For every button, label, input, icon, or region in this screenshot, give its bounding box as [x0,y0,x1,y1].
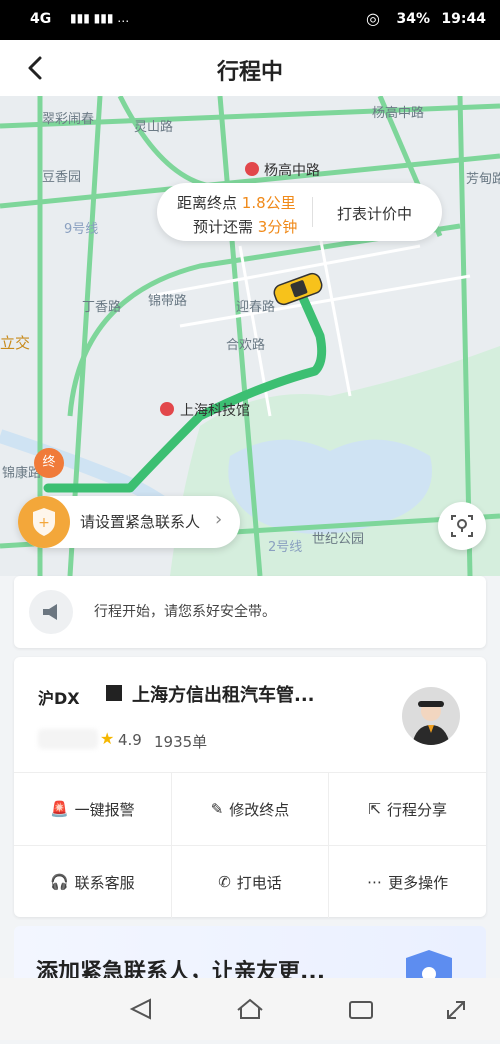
promo-banner[interactable]: 添加紧急联系人，让亲友更... [14,926,486,986]
driver-rating: 4.9 [118,731,142,749]
recents-nav-icon [349,1001,373,1019]
locate-icon [451,515,473,537]
locate-button[interactable] [438,502,486,550]
chevron-right-icon: › [215,509,223,530]
star-icon: ★ [100,729,115,748]
eta-text: 预计还需 3分钟 [193,218,298,236]
share-trip-button[interactable]: ⇱ 行程分享 [329,773,486,845]
map-label: 灵山路 [134,120,174,135]
distance-text: 距离终点 1.8公里 [177,194,296,212]
customer-service-button[interactable]: 🎧 联系客服 [14,846,172,918]
notice-text: 行程开始，请您系好安全带。 [94,604,276,620]
map-label: 迎春路 [236,300,276,315]
map-label: 杨高中路 [372,106,425,121]
action-row-2: 🎧 联系客服 ✆ 打电话 ⋯ 更多操作 [14,845,486,918]
signal-icon: ▮▮▮ ▮▮▮ … [70,11,130,25]
destination-marker[interactable]: 终 [34,448,64,478]
map-label: 合欢路 [226,338,266,353]
plate-number: 沪DX [38,689,80,708]
redacted-plate [106,685,122,701]
phone-icon: ✆ [218,873,231,891]
emergency-contact-label: 请设置紧急联系人 [80,513,201,531]
trip-info-bubble: 距离终点 1.8公里 预计还需 3分钟 打表计价中 [157,183,442,241]
driver-orders: 1935单 [154,733,208,751]
metro-station-label: 杨高中路 [264,163,320,179]
eta-value: 3分钟 [257,218,298,236]
svg-text:+: + [38,515,50,531]
more-actions-button[interactable]: ⋯ 更多操作 [329,846,486,918]
map-label: 翠彩闹春 [42,112,95,127]
share-icon: ⇱ [368,800,381,818]
map-label: 立交 [0,334,31,352]
meter-status: 打表计价中 [337,205,413,223]
battery-level: 34% [396,11,430,27]
metro-station-label: 上海科技馆 [180,403,250,419]
alarm-icon: 🚨 [49,800,69,818]
map-label: 豆香园 [42,170,82,185]
clock: 19:44 [441,11,486,27]
map-label: 世纪公园 [312,532,365,547]
divider [312,197,313,227]
status-bar: 4G ▮▮▮ ▮▮▮ … ◎ 34% 19:44 [0,0,500,40]
pencil-icon: ✎ [210,800,224,818]
location-icon: ◎ [366,9,380,28]
system-nav-bar [0,978,500,1040]
call-button[interactable]: ✆ 打电话 [172,846,330,918]
driver-name-blurred [38,729,98,749]
map-label: 锦带路 [148,294,188,309]
action-row-1: 🚨 一键报警 ✎ 修改终点 ⇱ 行程分享 [14,772,486,845]
notice-card: 行程开始，请您系好安全带。 [14,576,486,648]
company-name: 上海方信出租汽车管... [132,685,315,706]
page-title: 行程中 [216,60,283,85]
more-icon: ⋯ [367,873,383,891]
map-label: 芳甸路 [466,172,500,187]
map-label: 9号线 [64,222,99,237]
shield-icon: + [18,496,70,548]
top-header: 行程中 [0,40,500,96]
driver-avatar[interactable] [402,687,460,745]
expand-nav-icon [447,1001,465,1019]
back-nav-icon [129,998,151,1020]
headset-icon: 🎧 [49,873,69,891]
emergency-contact-button[interactable]: + 请设置紧急联系人 › [18,496,240,548]
alarm-button[interactable]: 🚨 一键报警 [14,773,172,845]
metro-station-icon [160,402,174,416]
edit-destination-button[interactable]: ✎ 修改终点 [172,773,330,845]
distance-value: 1.8公里 [241,194,296,212]
map-label: 丁香路 [82,300,122,315]
network-indicator: 4G [30,11,52,27]
megaphone-icon [29,590,73,634]
map-label: 2号线 [268,540,303,555]
driver-card: 沪DX 上海方信出租汽车管... ★ 4.9 1935单 🚨 一键报警 ✎ 修改终点… [14,657,486,918]
home-nav-icon [237,998,263,1019]
metro-station-icon [245,162,259,176]
